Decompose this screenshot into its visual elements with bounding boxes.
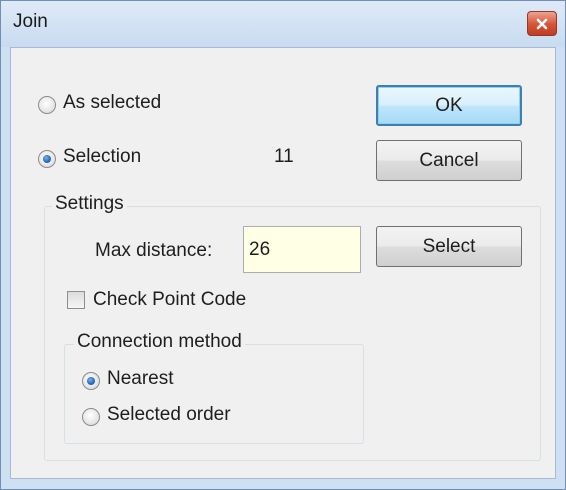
max-distance-label: Max distance: [95,240,213,261]
settings-group-title: Settings [52,193,127,215]
nearest-label[interactable]: Nearest [107,368,174,390]
as-selected-radio[interactable] [38,96,56,114]
window-title: Join [13,11,48,32]
select-button-label: Select [422,235,476,257]
cancel-button-label: Cancel [419,149,479,171]
select-button[interactable]: Select [376,226,522,267]
check-point-code-checkbox[interactable] [67,291,85,309]
selection-radio[interactable] [38,150,56,168]
nearest-radio[interactable] [82,372,100,390]
selected-order-label[interactable]: Selected order [107,404,231,426]
connection-method-group [64,344,364,444]
close-button[interactable] [527,11,557,36]
dialog-client-area: As selected Selection 11 OK Cancel Setti… [10,47,556,479]
ok-button-label: OK [435,94,463,116]
cancel-button[interactable]: Cancel [376,140,522,181]
join-dialog: Join As selected Selection 11 OK Cancel … [0,0,566,490]
check-point-code-label[interactable]: Check Point Code [93,289,246,311]
selected-order-radio[interactable] [82,408,100,426]
ok-button[interactable]: OK [376,85,522,126]
max-distance-input[interactable] [243,226,361,273]
close-icon [536,18,548,29]
selection-count: 11 [274,146,294,167]
as-selected-label[interactable]: As selected [63,92,161,114]
title-bar[interactable]: Join [1,1,565,47]
selection-label[interactable]: Selection [63,146,141,168]
connection-method-group-title: Connection method [74,331,245,353]
